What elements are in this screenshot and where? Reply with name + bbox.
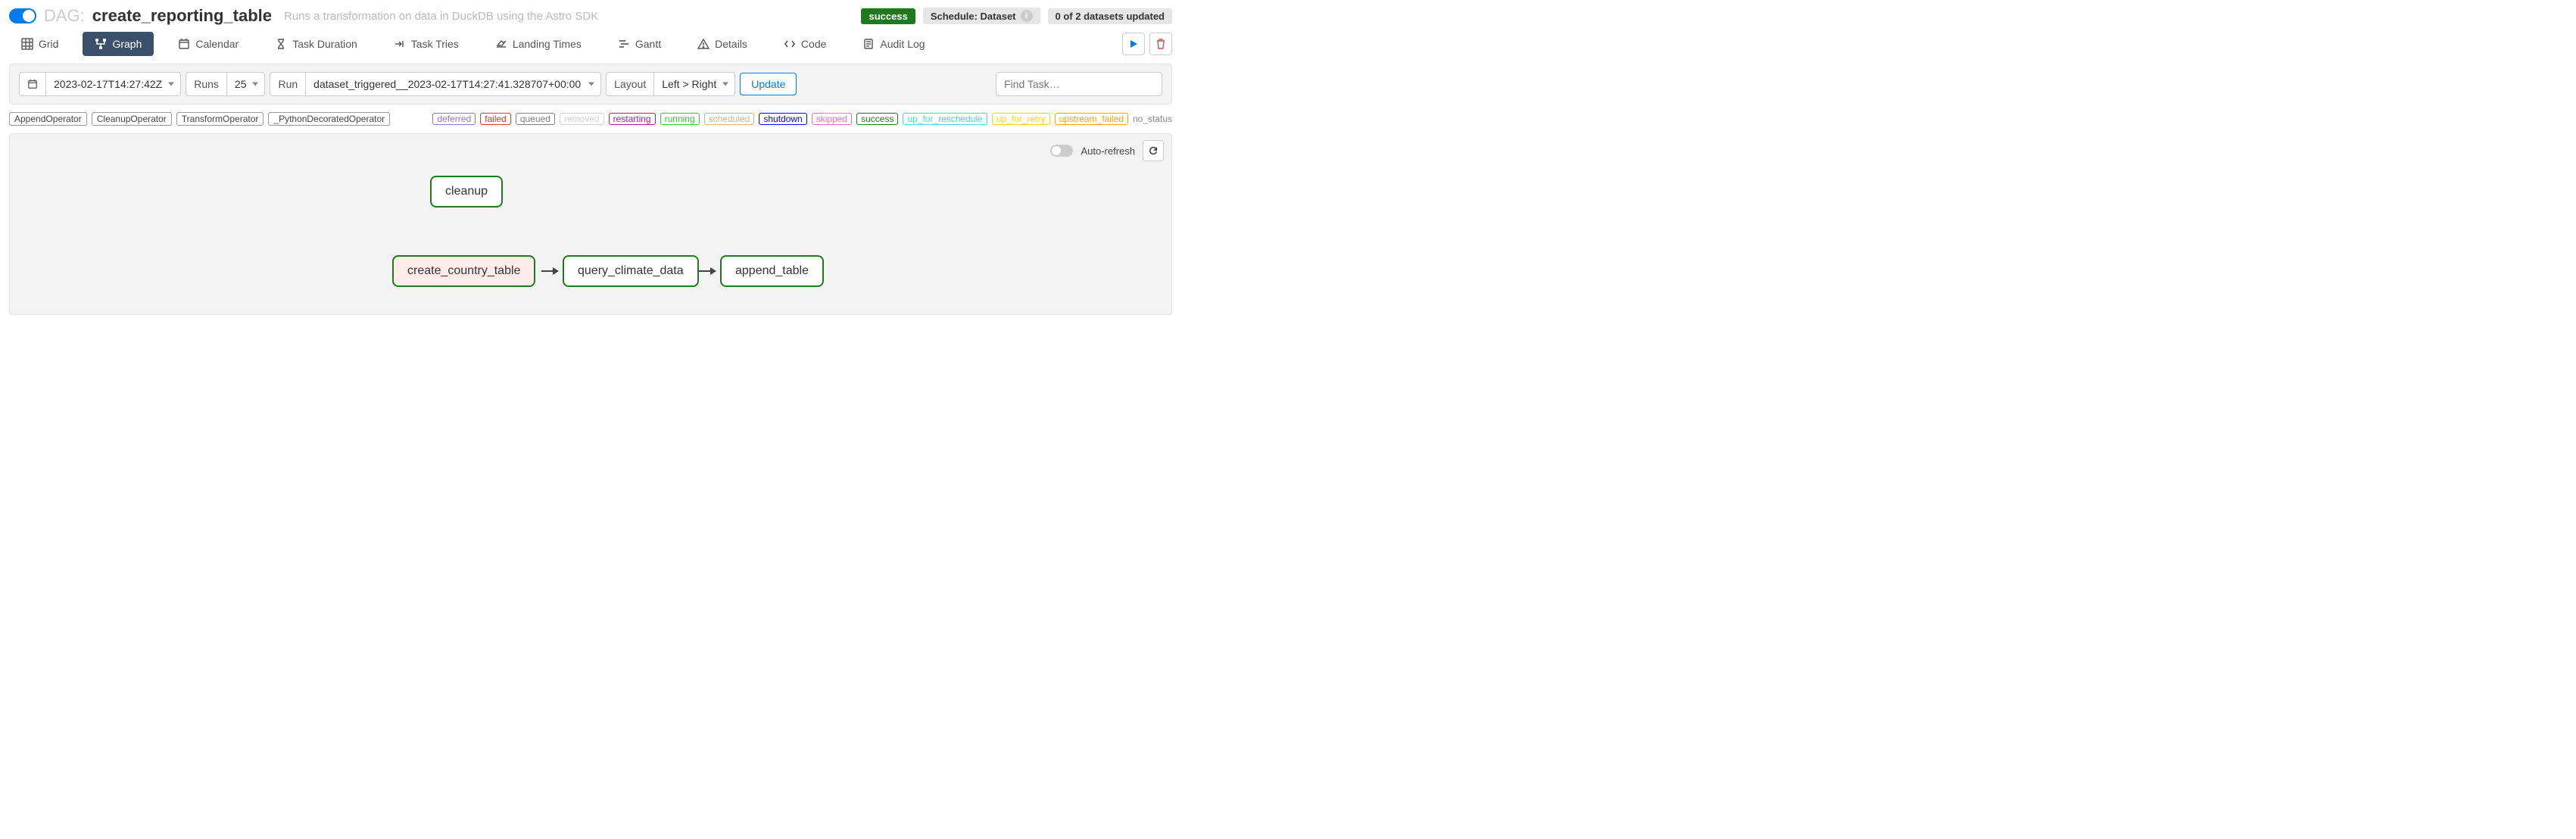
tab-graph-label: Graph bbox=[112, 38, 142, 50]
auto-refresh-toggle[interactable] bbox=[1050, 145, 1073, 157]
status-queued[interactable]: queued bbox=[516, 113, 555, 125]
status-upstream-failed[interactable]: upstream_failed bbox=[1055, 113, 1128, 125]
reload-icon bbox=[1148, 145, 1159, 156]
dag-prefix-label: DAG: bbox=[44, 6, 85, 26]
tab-gantt-label: Gantt bbox=[635, 38, 661, 50]
grid-icon bbox=[21, 38, 33, 50]
graph-canvas[interactable]: Auto-refresh cleanup create_country_tabl… bbox=[9, 133, 1172, 315]
status-removed[interactable]: removed bbox=[560, 113, 604, 125]
dataset-status-badge[interactable]: 0 of 2 datasets updated bbox=[1048, 8, 1172, 24]
calendar-icon bbox=[27, 79, 38, 89]
delete-dag-button[interactable] bbox=[1149, 33, 1172, 55]
status-running[interactable]: running bbox=[660, 113, 700, 125]
run-label: Run bbox=[270, 72, 306, 96]
gantt-icon bbox=[618, 38, 630, 50]
tab-calendar[interactable]: Calendar bbox=[166, 32, 251, 56]
layout-select[interactable]: Left > Right bbox=[654, 72, 735, 96]
graph-icon bbox=[95, 38, 107, 50]
status-badge: success bbox=[861, 8, 915, 24]
tab-grid-label: Grid bbox=[39, 38, 58, 50]
task-node-cleanup[interactable]: cleanup bbox=[430, 176, 503, 207]
layout-label: Layout bbox=[606, 72, 654, 96]
info-icon: i bbox=[1021, 10, 1033, 22]
tab-details[interactable]: Details bbox=[685, 32, 759, 56]
tab-audit-log-label: Audit Log bbox=[880, 38, 925, 50]
status-failed[interactable]: failed bbox=[480, 113, 511, 125]
audit-log-icon bbox=[862, 38, 875, 50]
details-icon bbox=[697, 38, 709, 50]
status-no-status[interactable]: no_status bbox=[1133, 114, 1172, 124]
tab-task-tries[interactable]: Task Tries bbox=[382, 32, 471, 56]
reload-button[interactable] bbox=[1143, 140, 1164, 161]
tab-task-duration-label: Task Duration bbox=[292, 38, 357, 50]
tab-code-label: Code bbox=[801, 38, 826, 50]
status-restarting[interactable]: restarting bbox=[609, 113, 656, 125]
status-up-for-retry[interactable]: up_for_retry bbox=[992, 113, 1050, 125]
run-select[interactable]: dataset_triggered__2023-02-17T14:27:41.3… bbox=[306, 72, 601, 96]
operator-append[interactable]: AppendOperator bbox=[9, 112, 87, 126]
tries-icon bbox=[394, 38, 406, 50]
trigger-dag-button[interactable] bbox=[1122, 33, 1145, 55]
find-task-input[interactable] bbox=[996, 72, 1162, 96]
landing-icon bbox=[495, 38, 507, 50]
tab-details-label: Details bbox=[715, 38, 747, 50]
dag-toggle[interactable] bbox=[9, 8, 36, 23]
status-shutdown[interactable]: shutdown bbox=[759, 113, 806, 125]
runs-label: Runs bbox=[186, 72, 227, 96]
task-node-create-country-table[interactable]: create_country_table bbox=[392, 255, 535, 287]
edge-1 bbox=[541, 270, 558, 272]
tab-task-duration[interactable]: Task Duration bbox=[263, 32, 370, 56]
filter-bar: 2023-02-17T14:27:42Z Runs 25 Run dataset… bbox=[9, 64, 1172, 104]
edge-2 bbox=[699, 270, 716, 272]
tab-graph[interactable]: Graph bbox=[83, 32, 154, 56]
schedule-label: Schedule: Dataset bbox=[931, 11, 1016, 22]
code-icon bbox=[784, 38, 796, 50]
operator-transform[interactable]: TransformOperator bbox=[176, 112, 264, 126]
task-node-append-table[interactable]: append_table bbox=[720, 255, 824, 287]
schedule-badge[interactable]: Schedule: Dataset i bbox=[923, 8, 1040, 24]
status-skipped[interactable]: skipped bbox=[812, 113, 852, 125]
task-node-query-climate-data[interactable]: query_climate_data bbox=[563, 255, 699, 287]
tab-code[interactable]: Code bbox=[772, 32, 838, 56]
tab-grid[interactable]: Grid bbox=[9, 32, 70, 56]
tab-landing-times-label: Landing Times bbox=[513, 38, 582, 50]
dag-name: create_reporting_table bbox=[92, 6, 272, 26]
operator-python[interactable]: _PythonDecoratedOperator bbox=[268, 112, 390, 126]
update-button[interactable]: Update bbox=[740, 73, 797, 95]
auto-refresh-label: Auto-refresh bbox=[1081, 145, 1135, 157]
play-icon bbox=[1129, 39, 1138, 48]
status-scheduled[interactable]: scheduled bbox=[704, 113, 755, 125]
calendar-icon bbox=[178, 38, 190, 50]
date-picker-button[interactable] bbox=[19, 72, 46, 96]
tab-task-tries-label: Task Tries bbox=[411, 38, 459, 50]
operator-cleanup[interactable]: CleanupOperator bbox=[92, 112, 172, 126]
status-success[interactable]: success bbox=[856, 113, 898, 125]
base-date-select[interactable]: 2023-02-17T14:27:42Z bbox=[46, 72, 181, 96]
tab-audit-log[interactable]: Audit Log bbox=[850, 32, 937, 56]
runs-select[interactable]: 25 bbox=[227, 72, 266, 96]
status-deferred[interactable]: deferred bbox=[432, 113, 476, 125]
tab-calendar-label: Calendar bbox=[195, 38, 239, 50]
tab-gantt[interactable]: Gantt bbox=[606, 32, 673, 56]
hourglass-icon bbox=[275, 38, 287, 50]
trash-icon bbox=[1156, 39, 1165, 49]
tab-landing-times[interactable]: Landing Times bbox=[483, 32, 594, 56]
dag-description: Runs a transformation on data in DuckDB … bbox=[284, 10, 598, 23]
status-up-for-reschedule[interactable]: up_for_reschedule bbox=[903, 113, 987, 125]
